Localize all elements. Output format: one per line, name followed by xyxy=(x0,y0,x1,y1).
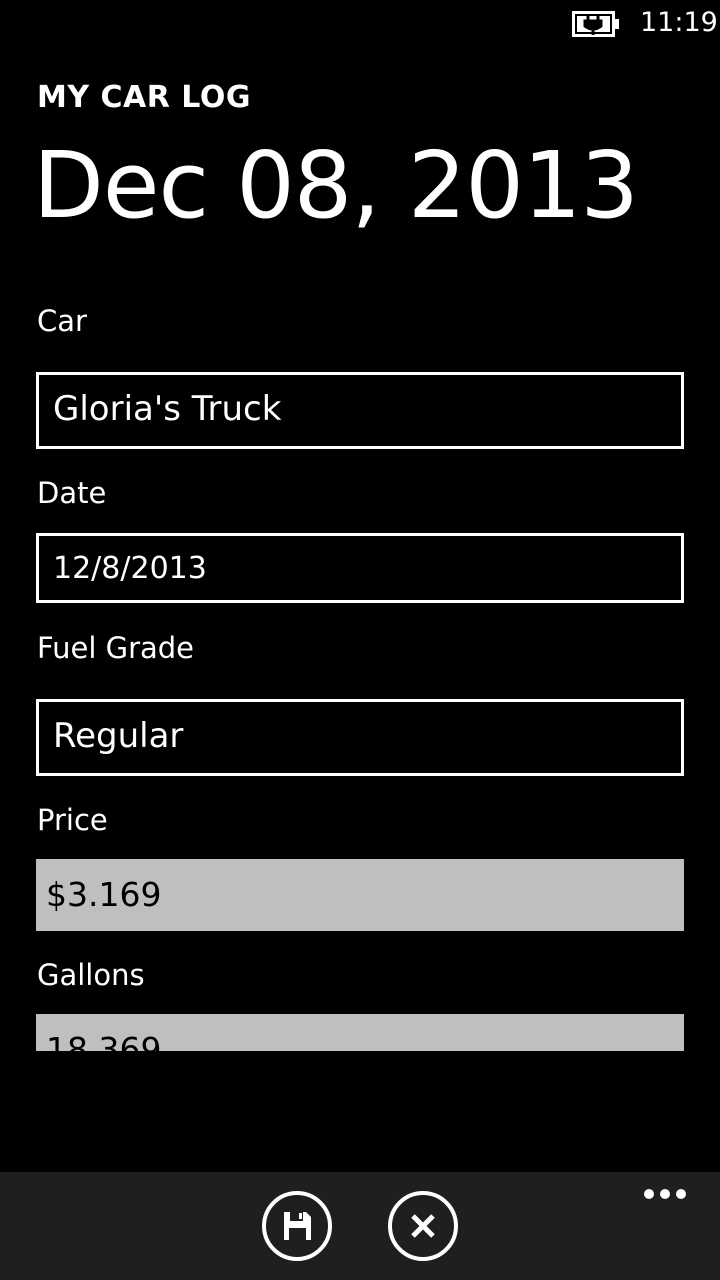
price-label: Price xyxy=(37,803,108,837)
app-title: MY CAR LOG xyxy=(37,80,251,115)
date-picker-value: 12/8/2013 xyxy=(53,551,207,586)
fuel-grade-label: Fuel Grade xyxy=(37,631,195,665)
gallons-input[interactable]: 18.369 xyxy=(36,1014,684,1051)
price-input-value: $3.169 xyxy=(46,875,162,914)
more-dots-icon[interactable] xyxy=(640,1182,690,1206)
fuel-grade-picker-value: Regular xyxy=(53,716,184,756)
car-picker-value: Gloria's Truck xyxy=(53,389,282,429)
app-bar xyxy=(0,1172,720,1280)
battery-charging-icon xyxy=(572,11,619,37)
status-bar: 11:19 xyxy=(0,0,720,46)
gallons-input-value: 18.369 xyxy=(46,1030,162,1051)
save-icon[interactable] xyxy=(261,1190,333,1262)
price-input[interactable]: $3.169 xyxy=(36,859,684,931)
car-label: Car xyxy=(37,304,87,338)
gallons-label: Gallons xyxy=(37,958,145,992)
form-scroll-area[interactable]: Car Gloria's Truck Date 12/8/2013 Fuel G… xyxy=(0,290,720,1051)
fuel-grade-picker[interactable]: Regular xyxy=(36,699,684,776)
page-title: Dec 08, 2013 xyxy=(33,132,639,239)
date-picker[interactable]: 12/8/2013 xyxy=(36,533,684,603)
cancel-icon[interactable] xyxy=(387,1190,459,1262)
status-time: 11:19 xyxy=(640,7,718,38)
date-label: Date xyxy=(37,476,107,510)
car-picker[interactable]: Gloria's Truck xyxy=(36,372,684,449)
